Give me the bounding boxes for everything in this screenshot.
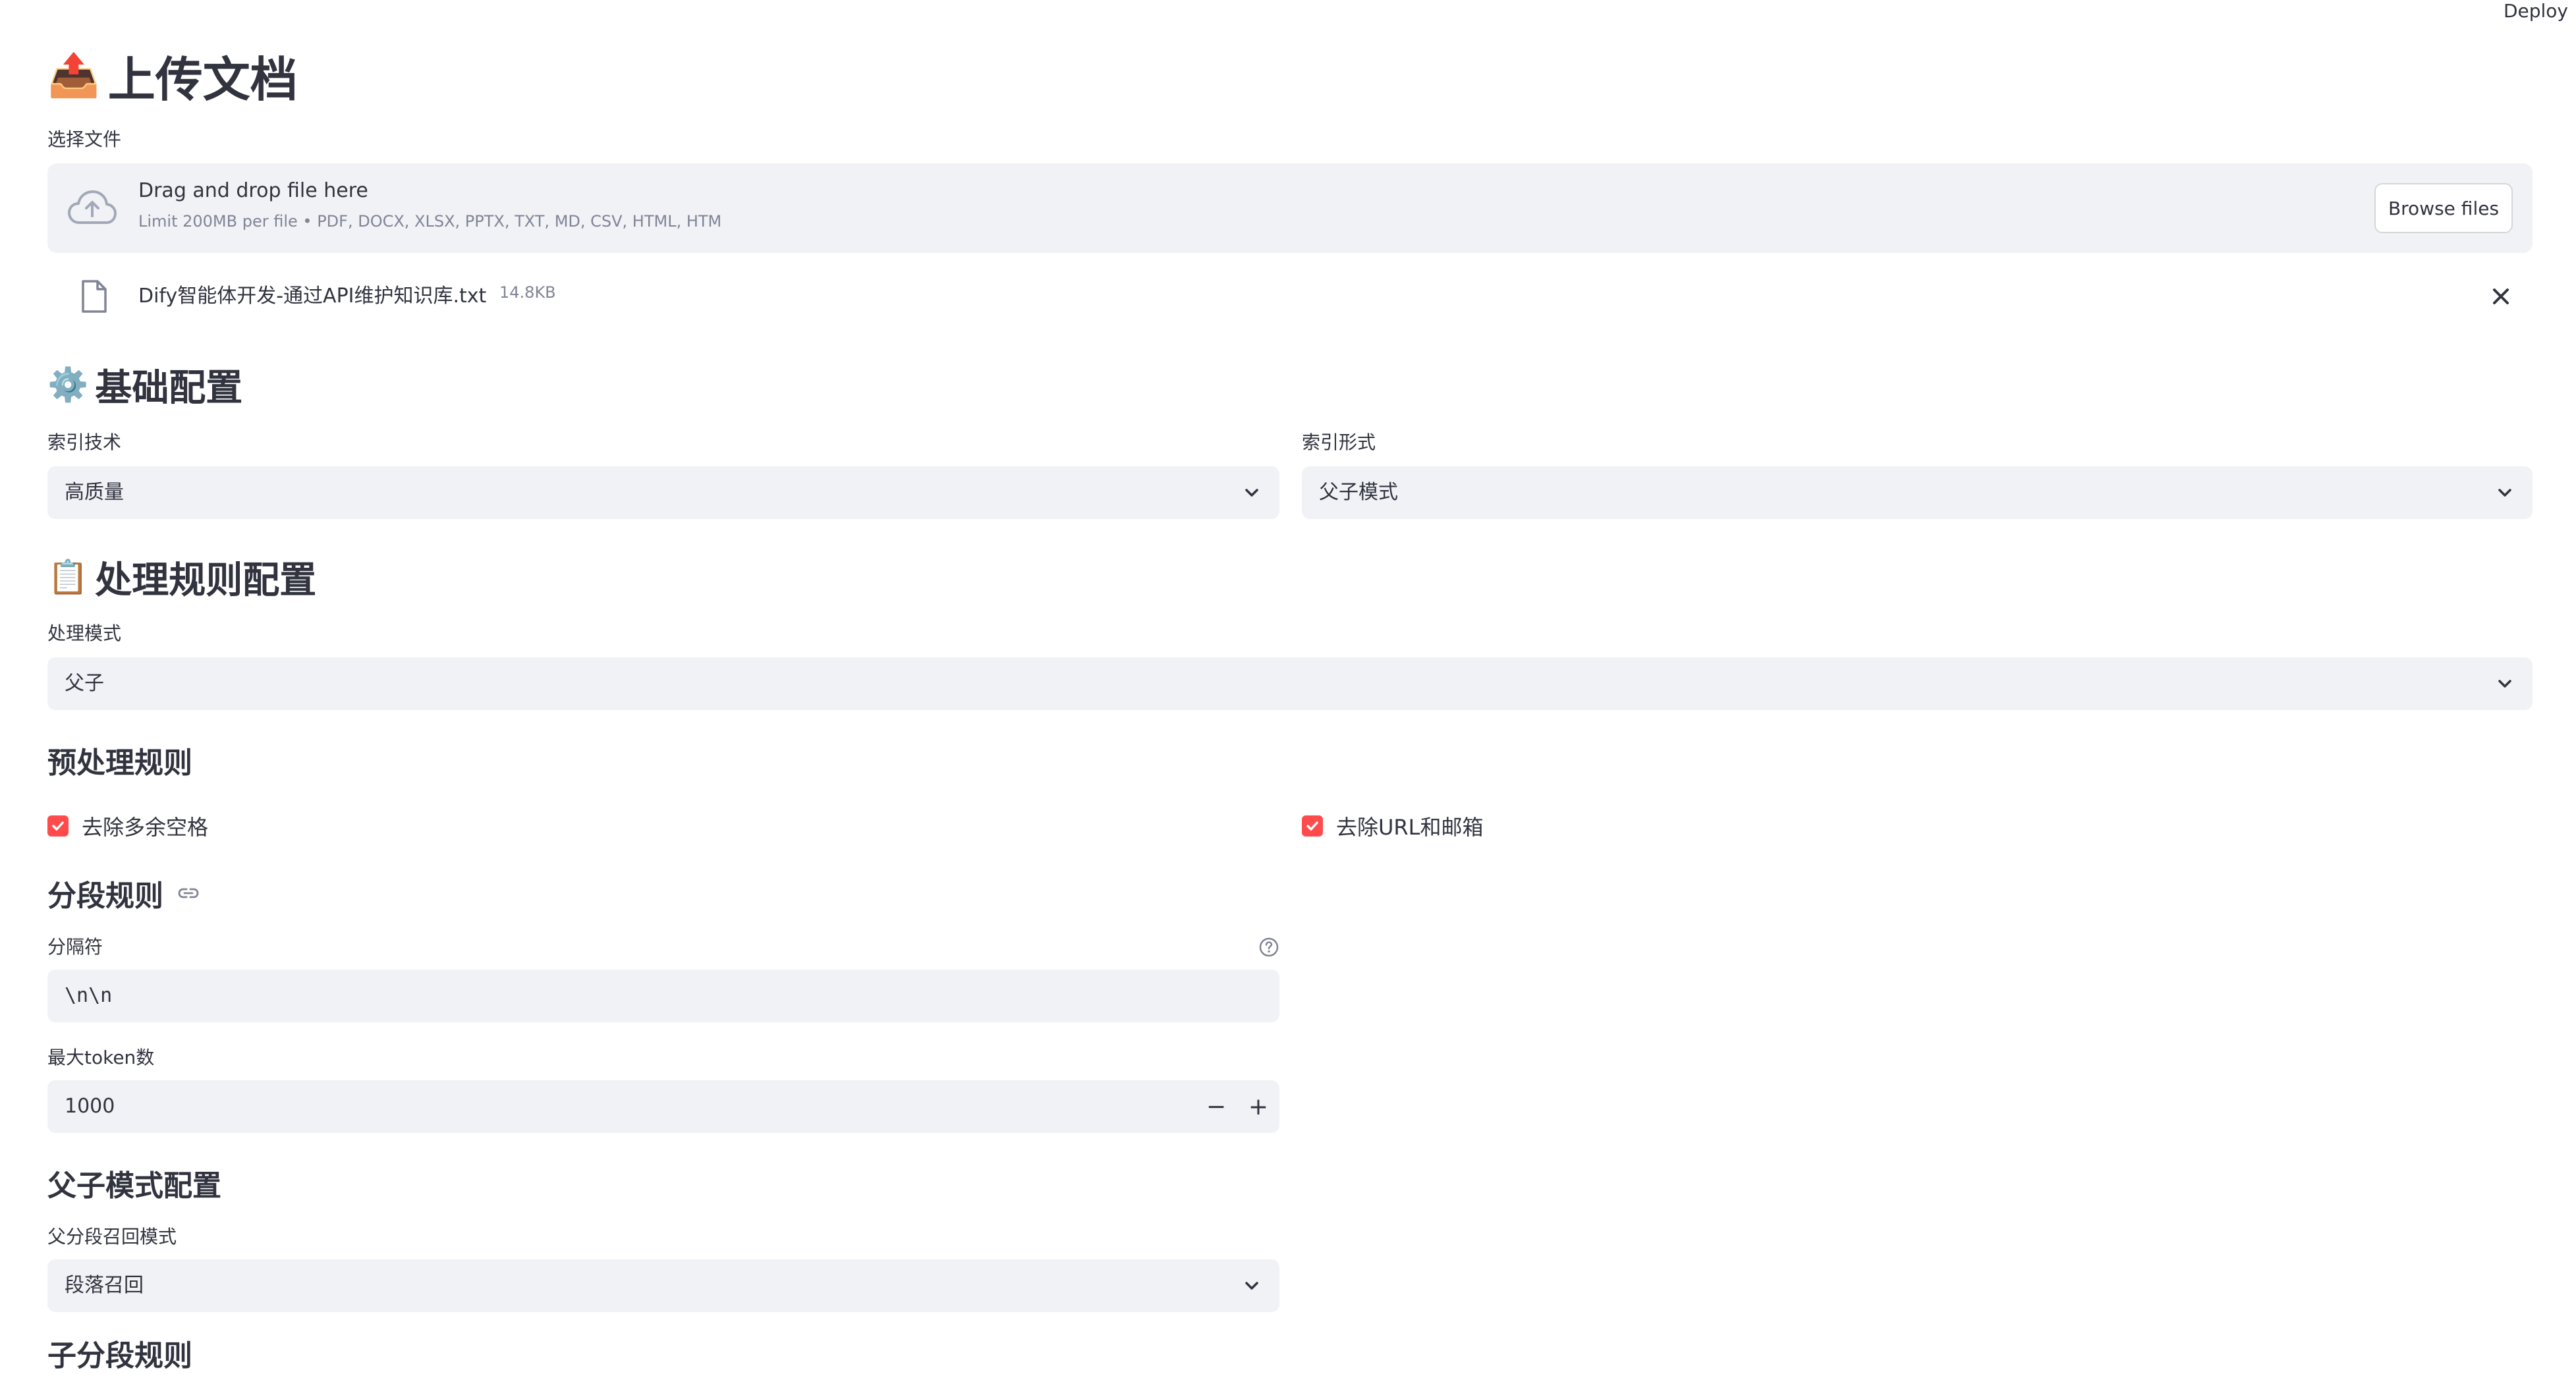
process-mode-label: 处理模式 — [47, 622, 122, 644]
deploy-button[interactable]: Deploy — [2504, 0, 2568, 22]
uploaded-file-row: Dify智能体开发-通过API维护知识库.txt 14.8KB — [47, 266, 2533, 325]
index-tech-label: 索引技术 — [47, 431, 122, 453]
chevron-down-icon — [1245, 489, 1258, 497]
chevron-down-icon — [2498, 680, 2511, 688]
chevron-down-icon — [1245, 1282, 1258, 1290]
separator-value: \n\n — [65, 984, 113, 1007]
recall-mode-select[interactable]: 段落召回 — [47, 1259, 1279, 1312]
index-tech-select[interactable]: 高质量 — [47, 466, 1279, 519]
separator-input[interactable]: \n\n — [47, 970, 1279, 1022]
max-tokens-value: 1000 — [65, 1095, 115, 1118]
index-form-value: 父子模式 — [1319, 481, 1398, 504]
browse-files-button[interactable]: Browse files — [2374, 183, 2513, 233]
outbox-tray-icon: 📤 — [47, 51, 100, 100]
uploaded-file-name: Dify智能体开发-通过API维护知识库.txt — [138, 285, 487, 308]
index-form-select[interactable]: 父子模式 — [1302, 466, 2533, 519]
index-tech-value: 高质量 — [65, 481, 124, 504]
basic-config-title: 基础配置 — [95, 366, 243, 410]
checkbox-checked-icon — [1302, 815, 1323, 837]
chevron-down-icon — [2498, 489, 2511, 497]
file-dropzone[interactable]: Drag and drop file here Limit 200MB per … — [47, 163, 2533, 253]
file-icon — [82, 280, 107, 313]
parent-child-heading: 父子模式配置 — [47, 1169, 221, 1203]
checkbox-checked-icon — [47, 815, 69, 837]
dropzone-limits: Limit 200MB per file • PDF, DOCX, XLSX, … — [138, 212, 722, 231]
process-mode-value: 父子 — [65, 672, 104, 695]
preprocess-heading: 预处理规则 — [47, 746, 192, 780]
segmentation-heading: 分段规则 — [47, 872, 200, 914]
rule-config-heading: 📋 处理规则配置 — [47, 551, 316, 603]
child-segment-heading: 子分段规则 — [47, 1339, 192, 1373]
increment-button[interactable]: + — [1237, 1080, 1279, 1133]
file-uploader-label: 选择文件 — [47, 128, 122, 150]
page-title: 📤 上传文档 — [47, 42, 298, 108]
max-tokens-stepper[interactable]: 1000 − + — [47, 1080, 1279, 1133]
recall-mode-label: 父分段召回模式 — [47, 1226, 177, 1248]
cloud-upload-icon — [68, 190, 117, 224]
max-tokens-label: 最大token数 — [47, 1047, 155, 1068]
recall-mode-value: 段落召回 — [65, 1274, 144, 1297]
clipboard-icon: 📋 — [47, 557, 89, 596]
index-form-label: 索引形式 — [1302, 431, 1376, 453]
remove-spaces-checkbox[interactable]: 去除多余空格 — [47, 811, 208, 840]
link-icon[interactable] — [177, 881, 200, 905]
remove-urls-checkbox[interactable]: 去除URL和邮箱 — [1302, 811, 1484, 840]
basic-config-heading: ⚙️ 基础配置 — [47, 358, 242, 411]
close-icon[interactable] — [2489, 285, 2513, 308]
remove-spaces-label: 去除多余空格 — [82, 815, 209, 840]
process-mode-select[interactable]: 父子 — [47, 657, 2533, 710]
segmentation-title: 分段规则 — [47, 879, 163, 913]
separator-label: 分隔符 — [47, 936, 103, 958]
dropzone-title: Drag and drop file here — [138, 179, 368, 202]
remove-urls-label: 去除URL和邮箱 — [1336, 815, 1484, 840]
gear-icon: ⚙️ — [47, 365, 89, 404]
decrement-button[interactable]: − — [1195, 1080, 1237, 1133]
rule-config-title: 处理规则配置 — [95, 559, 317, 602]
help-icon[interactable] — [1258, 937, 1279, 958]
uploaded-file-size: 14.8KB — [499, 283, 556, 302]
page-title-text: 上传文档 — [107, 51, 298, 107]
